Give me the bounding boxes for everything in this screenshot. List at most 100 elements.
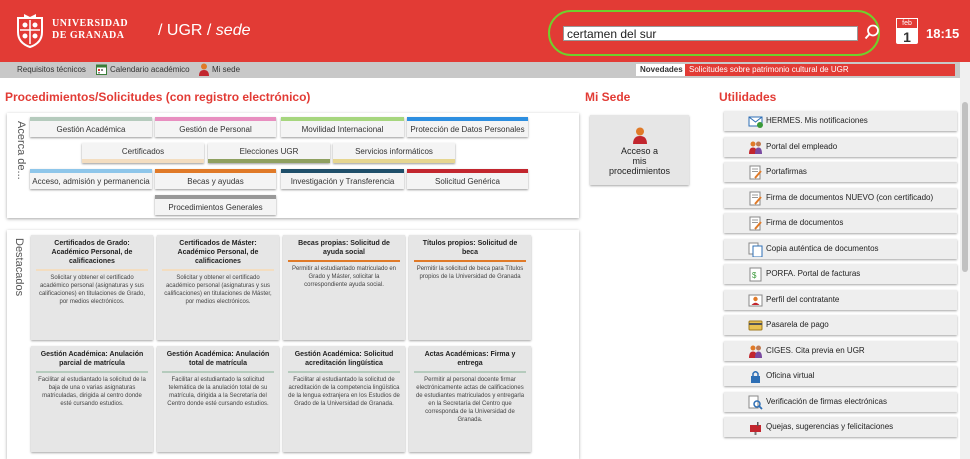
category-label: Gestión de Personal: [179, 124, 252, 134]
featured-card[interactable]: Actas Académicas: Firma y entrega Permiti…: [409, 346, 531, 452]
category-button[interactable]: Solicitud Genérica: [407, 169, 528, 189]
card-description: Permitir al personal docente firmar elec…: [415, 377, 525, 423]
acceso-mis-procedimientos-button[interactable]: Acceso a mis procedimientos: [590, 115, 689, 185]
card-title: Gestión Académica: Anulación parcial de …: [36, 350, 148, 373]
sign-doc-icon: [749, 216, 762, 231]
profile-icon: [748, 294, 763, 306]
university-crest-icon[interactable]: [14, 12, 46, 48]
utilidad-label: Copia auténtica de documentos: [766, 243, 879, 253]
svg-text:$: $: [752, 271, 757, 280]
utilidad-item[interactable]: Verificación de firmas electrónicas: [724, 391, 957, 412]
category-button[interactable]: Elecciones UGR: [208, 143, 330, 163]
category-button[interactable]: Certificados: [82, 143, 204, 163]
utilidad-item[interactable]: Firma de documentos NUEVO (con certifica…: [724, 187, 957, 208]
card-description: Permitir al estudiantado matriculado en …: [291, 266, 397, 288]
scrollbar-thumb[interactable]: [962, 102, 968, 272]
category-button[interactable]: Gestión Académica: [30, 117, 152, 137]
category-button[interactable]: Acceso, admisión y permanencia: [30, 169, 152, 189]
category-label: Elecciones UGR: [239, 146, 299, 156]
page-scrollbar[interactable]: [960, 62, 970, 459]
category-button[interactable]: Protección de Datos Personales: [407, 117, 528, 137]
category-button[interactable]: Investigación y Transferencia: [281, 169, 404, 189]
utilidad-label: Portal del empleado: [766, 141, 838, 151]
sign-doc-icon: [749, 191, 762, 205]
utilidad-item[interactable]: Quejas, sugerencias y felicitaciones: [724, 417, 957, 437]
mi-sede-link[interactable]: Mi sede: [212, 65, 240, 74]
category-label: Solicitud Genérica: [435, 176, 500, 186]
utilidad-label: Quejas, sugerencias y felicitaciones: [766, 422, 894, 431]
payment-icon: [748, 320, 763, 331]
misede-line3: procedimientos: [608, 166, 671, 176]
magnifier-doc-icon: [748, 395, 763, 410]
utilidad-item[interactable]: HERMES. Mis notificaciones: [724, 111, 957, 131]
featured-card[interactable]: Certificados de Máster: Académico Person…: [157, 235, 279, 340]
category-label: Investigación y Transferencia: [290, 176, 395, 186]
utilidad-item[interactable]: Perfil del contratante: [724, 289, 957, 310]
people-icon: [749, 345, 762, 358]
card-description: Solicitar y obtener el certificado acadé…: [38, 275, 146, 305]
featured-card[interactable]: Certificados de Grado: Académico Persona…: [31, 235, 153, 340]
sede-prefix: / UGR /: [158, 22, 212, 39]
calendario-academico-link[interactable]: Calendario académico: [110, 65, 190, 74]
mail-check-icon: [748, 116, 763, 128]
category-label: Movilidad Internacional: [301, 124, 384, 134]
featured-card[interactable]: Títulos propios: Solicitud de beca Permit…: [409, 235, 531, 340]
category-label: Certificados: [121, 146, 165, 156]
utilidad-label: Oficina virtual: [766, 371, 815, 380]
sign-doc-icon: [749, 165, 762, 180]
user-icon: [199, 63, 209, 76]
mi-sede-heading: Mi Sede: [585, 90, 631, 104]
category-label: Procedimientos Generales: [168, 202, 263, 212]
utilidad-item[interactable]: $ PORFA. Portal de facturas: [724, 264, 957, 284]
card-title: Certificados de Grado: Académico Persona…: [36, 239, 148, 271]
card-description: Solicitar y obtener el certificado acadé…: [164, 275, 272, 305]
destacados-label: Destacados: [13, 238, 25, 297]
category-button[interactable]: Becas y ayudas: [155, 169, 276, 189]
mailbox-icon: [750, 422, 761, 435]
novedades-ticker-link[interactable]: Solicitudes sobre patrimonio cultural de…: [685, 64, 955, 76]
utilidad-item[interactable]: Firma de documentos: [724, 213, 957, 233]
date-day: 1: [903, 29, 911, 45]
category-button[interactable]: Procedimientos Generales: [155, 195, 276, 215]
card-description: Facilitar al estudiantado la solicitud t…: [167, 377, 269, 407]
featured-card[interactable]: Becas propias: Solicitud de ayuda social…: [283, 235, 405, 340]
university-name[interactable]: UNIVERSIDAD DE GRANADA: [52, 18, 128, 42]
utilidad-item[interactable]: Copia auténtica de documentos: [724, 238, 957, 259]
featured-card[interactable]: Gestión Académica: Anulación parcial de …: [31, 346, 153, 452]
ugr-sede-title[interactable]: / UGR / sede: [158, 22, 251, 40]
category-button[interactable]: Servicios informáticos: [333, 143, 455, 163]
card-description: Facilitar al estudiantado la solicitud d…: [38, 377, 146, 407]
category-label: Becas y ayudas: [187, 176, 244, 186]
card-title: Actas Académicas: Firma y entrega: [414, 350, 526, 373]
search-input[interactable]: [563, 26, 858, 41]
utilidad-label: Firma de documentos: [766, 218, 844, 227]
utilidad-item[interactable]: CIGES. Cita previa en UGR: [724, 340, 957, 361]
requisitos-tecnicos-link[interactable]: Requisitos técnicos: [17, 65, 86, 74]
search-icon[interactable]: [864, 24, 880, 40]
utilidad-label: Portafirmas: [766, 167, 807, 176]
clock-time: 18:15: [926, 26, 960, 41]
sede-suffix: sede: [215, 22, 251, 39]
featured-card[interactable]: Gestión Académica: Solicitud acreditació…: [283, 346, 405, 452]
card-description: Permitir la solicitud de beca para Títul…: [416, 266, 524, 280]
utilidad-label: Pasarela de pago: [766, 320, 829, 329]
copy-doc-icon: [748, 242, 763, 257]
featured-card[interactable]: Gestión Académica: Anulación total de ma…: [157, 346, 279, 452]
utilidad-item[interactable]: Oficina virtual: [724, 366, 957, 386]
header: UNIVERSIDAD DE GRANADA / UGR / sede feb …: [0, 0, 970, 62]
lock-icon: [751, 371, 760, 383]
procedimientos-heading: Procedimientos/Solicitudes (con registro…: [5, 90, 311, 104]
category-label: Acceso, admisión y permanencia: [32, 176, 150, 186]
category-button[interactable]: Movilidad Internacional: [281, 117, 404, 137]
utilidad-item[interactable]: Portal del empleado: [724, 136, 957, 157]
novedades-label: Novedades: [636, 64, 687, 76]
utilidad-label: Firma de documentos NUEVO (con certifica…: [766, 192, 934, 202]
people-icon: [749, 141, 762, 154]
card-title: Certificados de Máster: Académico Person…: [162, 239, 274, 271]
user-icon: [632, 127, 647, 144]
calendar-icon: [96, 64, 107, 75]
category-button[interactable]: Gestión de Personal: [155, 117, 276, 137]
date-month: feb: [896, 18, 918, 29]
utilidad-item[interactable]: Portafirmas: [724, 162, 957, 182]
utilidad-item[interactable]: Pasarela de pago: [724, 315, 957, 335]
